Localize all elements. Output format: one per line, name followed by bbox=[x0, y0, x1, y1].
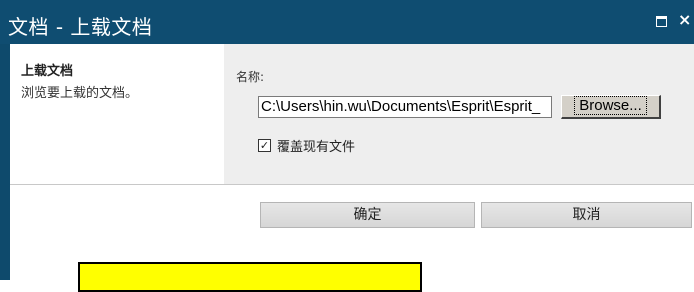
file-path-input[interactable]: C:\Users\hin.wu\Documents\Esprit\Esprit_ bbox=[258, 96, 552, 118]
file-name-label: 名称: bbox=[236, 70, 265, 84]
browse-button-label: Browse... bbox=[574, 96, 647, 115]
overwrite-option[interactable]: ✓ 覆盖现有文件 bbox=[258, 136, 355, 155]
highlight-annotation bbox=[78, 262, 422, 292]
divider bbox=[10, 184, 694, 185]
maximize-icon[interactable] bbox=[655, 14, 669, 28]
dialog-title: 文档 - 上载文档 bbox=[8, 15, 153, 39]
close-icon[interactable]: × bbox=[678, 11, 692, 29]
upload-form-panel: 名称: C:\Users\hin.wu\Documents\Esprit\Esp… bbox=[224, 44, 694, 184]
ok-button[interactable]: 确定 bbox=[260, 202, 475, 228]
cancel-button[interactable]: 取消 bbox=[481, 202, 692, 228]
browse-button[interactable]: Browse... bbox=[561, 95, 661, 119]
section-description: 浏览要上载的文档。 bbox=[21, 86, 139, 101]
dialog-content: 上载文档 浏览要上载的文档。 名称: C:\Users\hin.wu\Docum… bbox=[10, 44, 694, 292]
dialog-window: 文档 - 上载文档 × 上载文档 浏览要上载的文档。 名称: C:\Users\… bbox=[0, 0, 694, 292]
overwrite-checkbox[interactable]: ✓ bbox=[258, 139, 271, 152]
overwrite-label: 覆盖现有文件 bbox=[277, 140, 356, 155]
section-info: 上载文档 浏览要上载的文档。 bbox=[10, 44, 224, 184]
section-title: 上载文档 bbox=[21, 64, 74, 79]
title-bar: 文档 - 上载文档 × bbox=[0, 0, 694, 44]
